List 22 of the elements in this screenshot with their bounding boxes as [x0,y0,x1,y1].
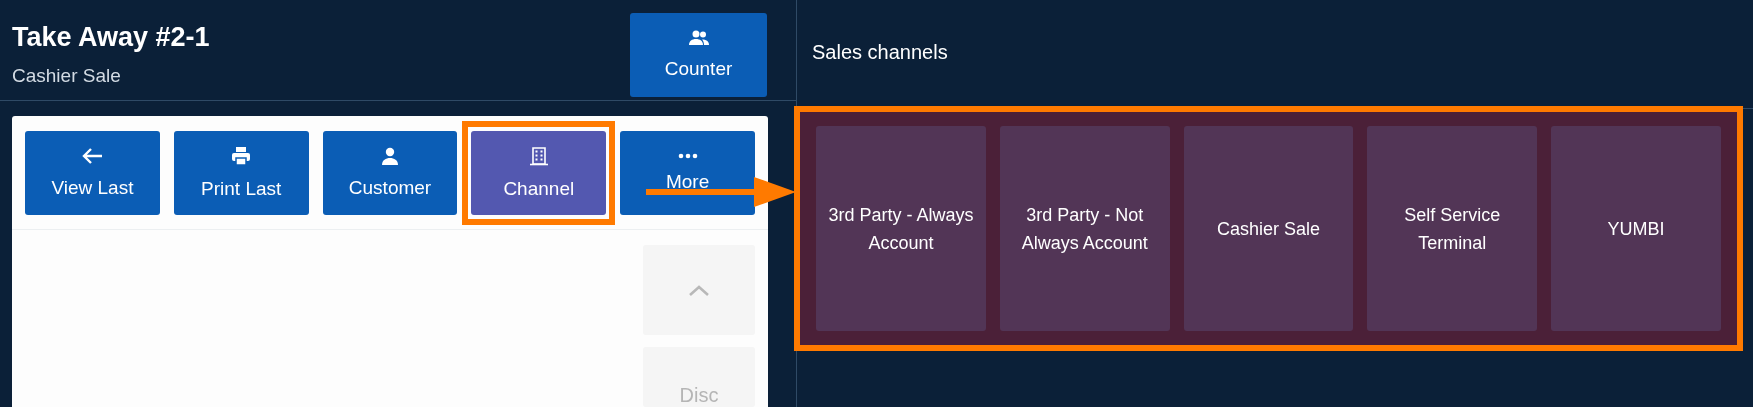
channel-tile[interactable]: Self Service Terminal [1367,126,1538,331]
channel-tile[interactable]: 3rd Party - Always Account [816,126,986,331]
scroll-up-button[interactable] [643,245,755,335]
action-button[interactable]: Customer [322,131,458,215]
panel-title: Sales channels [812,41,948,63]
printer-icon [231,146,252,166]
channel-tile[interactable]: Cashier Sale [1183,126,1354,331]
person-icon [381,147,399,165]
action-button[interactable]: More [620,131,755,215]
people-icon [687,30,710,46]
action-button[interactable]: Channel [471,131,607,215]
channel-tile[interactable]: 3rd Party - Not Always Account [999,126,1170,331]
building-icon [528,146,549,166]
action-button[interactable]: Print Last [173,131,309,215]
more-icon [677,153,698,159]
arrow-left-icon [81,147,104,165]
action-button[interactable]: View Last [25,131,160,215]
order-title: Take Away #2-1 [12,22,210,53]
order-channel: Cashier Sale [12,65,122,87]
channel-tile[interactable]: YUMBI [1551,126,1721,331]
chevron-up-icon [688,283,710,297]
counter-button[interactable]: Counter [630,13,767,97]
